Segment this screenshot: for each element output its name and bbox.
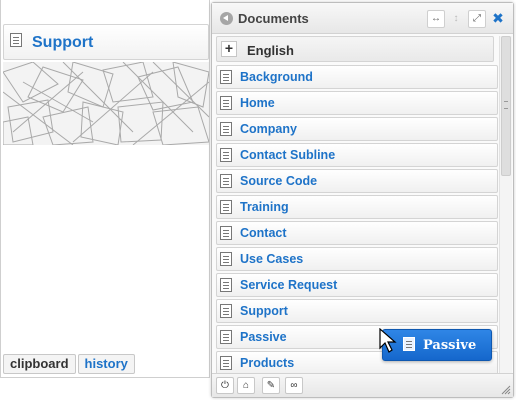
list-item-label: Use Cases: [240, 252, 304, 266]
document-icon: [10, 33, 22, 47]
dialog-title: Documents: [238, 11, 309, 26]
language-label: English: [247, 43, 294, 58]
expand-plus-icon[interactable]: +: [221, 41, 237, 57]
list-item-label: Contact Subline: [240, 148, 336, 162]
tab-history[interactable]: history: [77, 354, 135, 374]
document-icon: [220, 226, 232, 240]
list-item-label: Source Code: [240, 174, 318, 188]
link-icon[interactable]: ∞: [285, 377, 303, 394]
list-item[interactable]: Background: [216, 65, 498, 89]
tab-clipboard[interactable]: clipboard: [3, 354, 76, 374]
list-item-label: Service Request: [240, 278, 338, 292]
list-item-label: Background: [240, 70, 313, 84]
dialog-footer: ⏻ ⌂ ✎ ∞: [212, 373, 513, 397]
pin-icon[interactable]: ↕: [447, 10, 465, 28]
document-icon: [220, 252, 232, 266]
list-item[interactable]: Use Cases: [216, 247, 498, 271]
list-item-label: Company: [240, 122, 297, 136]
mouse-cursor-icon: [379, 328, 397, 353]
list-item[interactable]: Source Code: [216, 169, 498, 193]
list-item[interactable]: Contact Subline: [216, 143, 498, 167]
drag-proxy-label: Passive: [423, 338, 477, 353]
document-icon: [220, 304, 232, 318]
list-item[interactable]: Contact: [216, 221, 498, 245]
list-item[interactable]: Support: [216, 299, 498, 323]
left-panel-tabs: clipboard history: [3, 354, 137, 374]
document-icon: [220, 122, 232, 136]
list-item-label: Support: [240, 304, 288, 318]
list-item[interactable]: Service Request: [216, 273, 498, 297]
building-icon[interactable]: ⌂: [237, 377, 255, 394]
list-item-label: Home: [240, 96, 275, 110]
left-panel: Support clipboard history: [0, 0, 210, 378]
dialog-header[interactable]: Documents ↔ ↕ ⤢ ✖: [212, 3, 513, 34]
fullscreen-icon[interactable]: ⤢: [468, 10, 486, 28]
document-icon: [220, 330, 232, 344]
document-icon: [220, 148, 232, 162]
language-group[interactable]: + English: [216, 36, 494, 62]
document-icon: [220, 96, 232, 110]
grip-icon: [504, 101, 508, 109]
document-icon: [220, 356, 232, 370]
list-item-label: Contact: [240, 226, 287, 240]
document-icon: [403, 337, 415, 351]
left-panel-header[interactable]: Support: [3, 24, 209, 60]
list-item[interactable]: Home: [216, 91, 498, 115]
collapse-icon[interactable]: [220, 12, 233, 25]
scrollbar[interactable]: [499, 36, 512, 374]
scrollbar-thumb[interactable]: [501, 36, 511, 176]
expand-horizontal-icon[interactable]: ↔: [427, 10, 445, 28]
document-icon: [220, 174, 232, 188]
close-icon[interactable]: ✖: [489, 10, 507, 28]
decorative-pattern: [3, 62, 209, 145]
list-item[interactable]: Company: [216, 117, 498, 141]
document-icon: [220, 70, 232, 84]
list-item[interactable]: Training: [216, 195, 498, 219]
document-icon: [220, 278, 232, 292]
power-icon[interactable]: ⏻: [216, 377, 234, 394]
list-item-label: Training: [240, 200, 289, 214]
list-item-label: Products: [240, 356, 295, 370]
list-item-label: Passive: [240, 330, 287, 344]
pencil-icon[interactable]: ✎: [262, 377, 280, 394]
page-title: Support: [32, 34, 94, 51]
resize-grip-icon[interactable]: [501, 385, 511, 395]
document-icon: [220, 200, 232, 214]
